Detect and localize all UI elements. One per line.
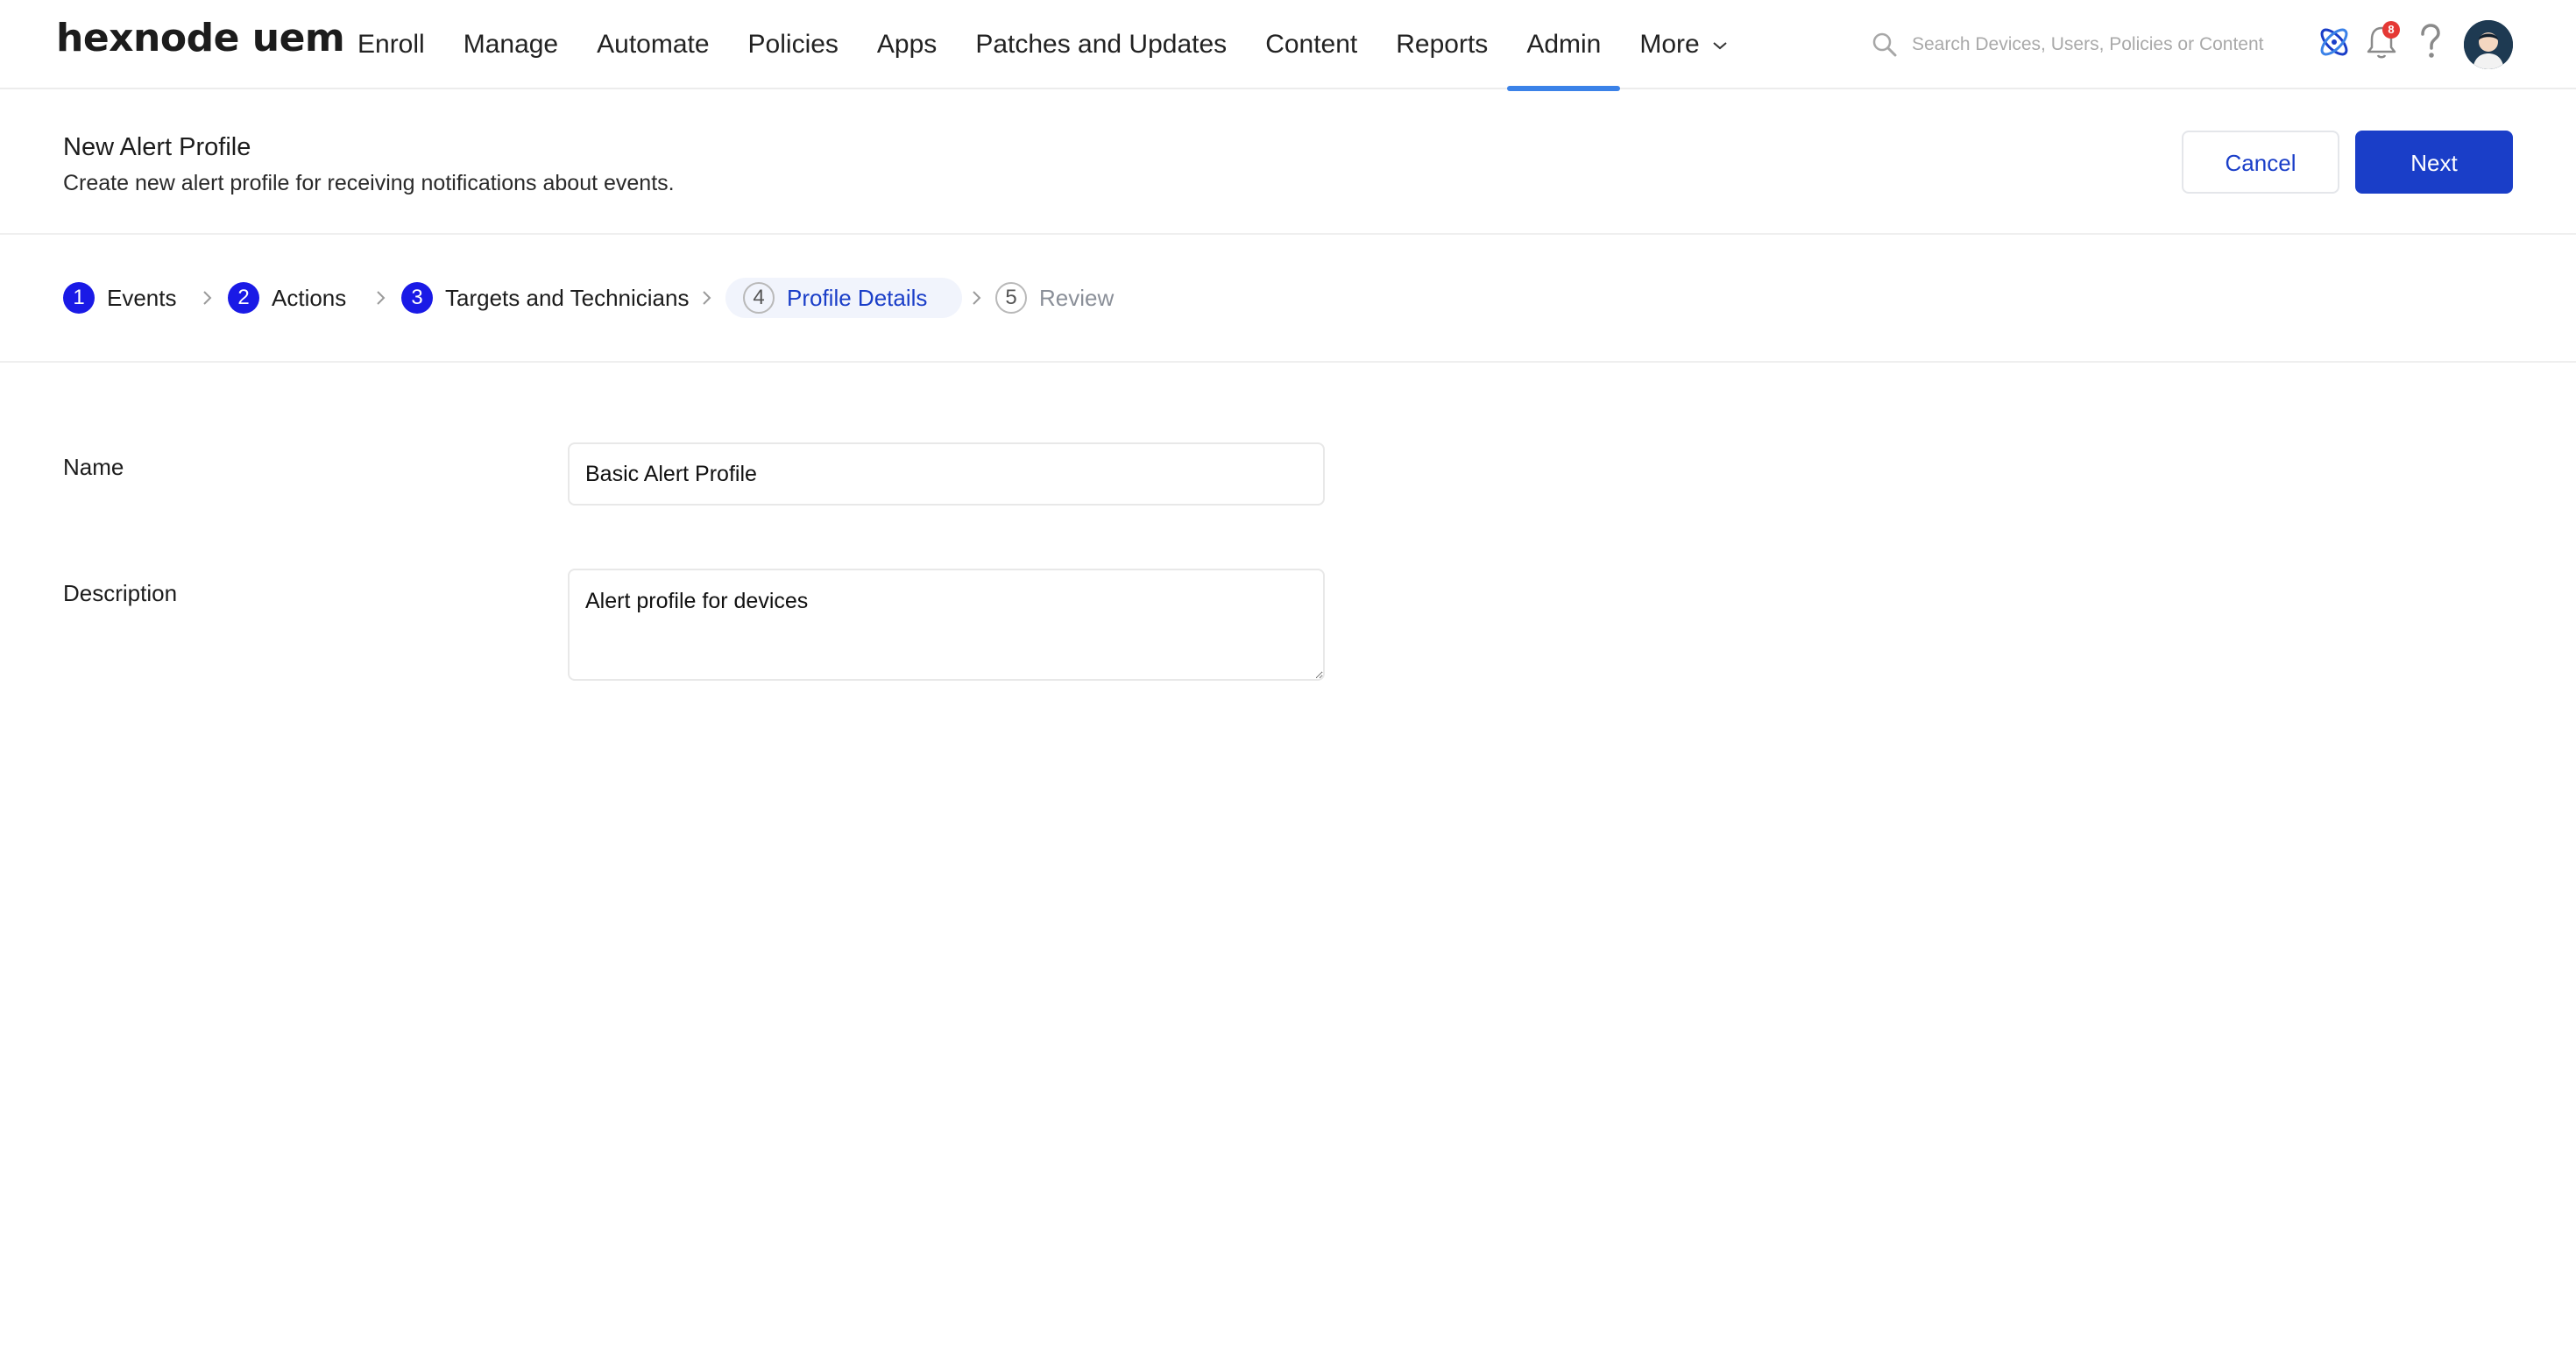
chevron-right-icon xyxy=(973,291,981,305)
step-number: 5 xyxy=(995,282,1027,314)
chevron-down-icon xyxy=(1713,42,1727,50)
description-field[interactable]: Alert profile for devices xyxy=(568,569,1325,681)
step-review[interactable]: 5 Review xyxy=(995,278,1114,318)
menu-item-manage[interactable]: Manage xyxy=(444,0,577,89)
description-label: Description xyxy=(63,580,178,606)
step-events[interactable]: 1 Events xyxy=(63,278,177,318)
menu-item-more-label: More xyxy=(1639,30,1700,59)
name-field[interactable] xyxy=(568,442,1325,506)
step-label: Profile Details xyxy=(787,284,928,311)
search-input[interactable] xyxy=(1910,33,2282,56)
user-avatar-icon xyxy=(2464,20,2513,69)
step-label: Actions xyxy=(272,284,347,311)
step-label: Targets and Technicians xyxy=(445,284,690,311)
page-header: New Alert Profile Create new alert profi… xyxy=(0,89,2576,235)
menu-item-content[interactable]: Content xyxy=(1246,0,1376,89)
help-icon[interactable] xyxy=(2415,23,2446,61)
step-label: Events xyxy=(107,284,177,311)
search-icon xyxy=(1872,32,1897,57)
step-profile-details[interactable]: 4 Profile Details xyxy=(725,278,963,318)
next-button[interactable]: Next xyxy=(2355,131,2513,194)
user-avatar[interactable] xyxy=(2464,20,2513,69)
name-label: Name xyxy=(63,454,124,480)
step-number: 3 xyxy=(401,282,433,314)
wizard-stepper: 1 Events 2 Actions 3 Targets and Technic… xyxy=(0,235,2576,363)
global-search[interactable] xyxy=(1872,25,2283,65)
atom-app-icon[interactable] xyxy=(2315,23,2353,61)
menu-item-patches-and-updates[interactable]: Patches and Updates xyxy=(956,0,1246,89)
page-title: New Alert Profile xyxy=(63,133,251,161)
notification-badge: 8 xyxy=(2382,21,2400,39)
step-label: Review xyxy=(1039,284,1115,311)
top-navbar: hexnode uem Enroll Manage Automate Polic… xyxy=(0,0,2576,91)
step-number: 1 xyxy=(63,282,95,314)
chevron-right-icon xyxy=(703,291,711,305)
menu-item-policies[interactable]: Policies xyxy=(729,0,858,89)
step-number: 4 xyxy=(743,282,775,314)
menu-item-enroll[interactable]: Enroll xyxy=(338,0,444,89)
notifications-button[interactable]: 8 xyxy=(2364,21,2403,61)
menu-item-reports[interactable]: Reports xyxy=(1376,0,1507,89)
menu-item-admin[interactable]: Admin xyxy=(1507,0,1621,91)
cancel-button[interactable]: Cancel xyxy=(2182,131,2339,194)
hexnode-logo[interactable]: hexnode uem xyxy=(56,16,345,60)
chevron-right-icon xyxy=(203,291,212,305)
page-subtitle: Create new alert profile for receiving n… xyxy=(63,171,675,195)
main-menu: Enroll Manage Automate Policies Apps Pat… xyxy=(338,0,1747,91)
step-targets-and-technicians[interactable]: 3 Targets and Technicians xyxy=(401,278,689,318)
step-number: 2 xyxy=(228,282,259,314)
menu-item-automate[interactable]: Automate xyxy=(577,0,728,89)
menu-item-apps[interactable]: Apps xyxy=(858,0,956,89)
step-actions[interactable]: 2 Actions xyxy=(228,278,346,318)
menu-item-more[interactable]: More xyxy=(1620,0,1747,89)
chevron-right-icon xyxy=(377,291,386,305)
